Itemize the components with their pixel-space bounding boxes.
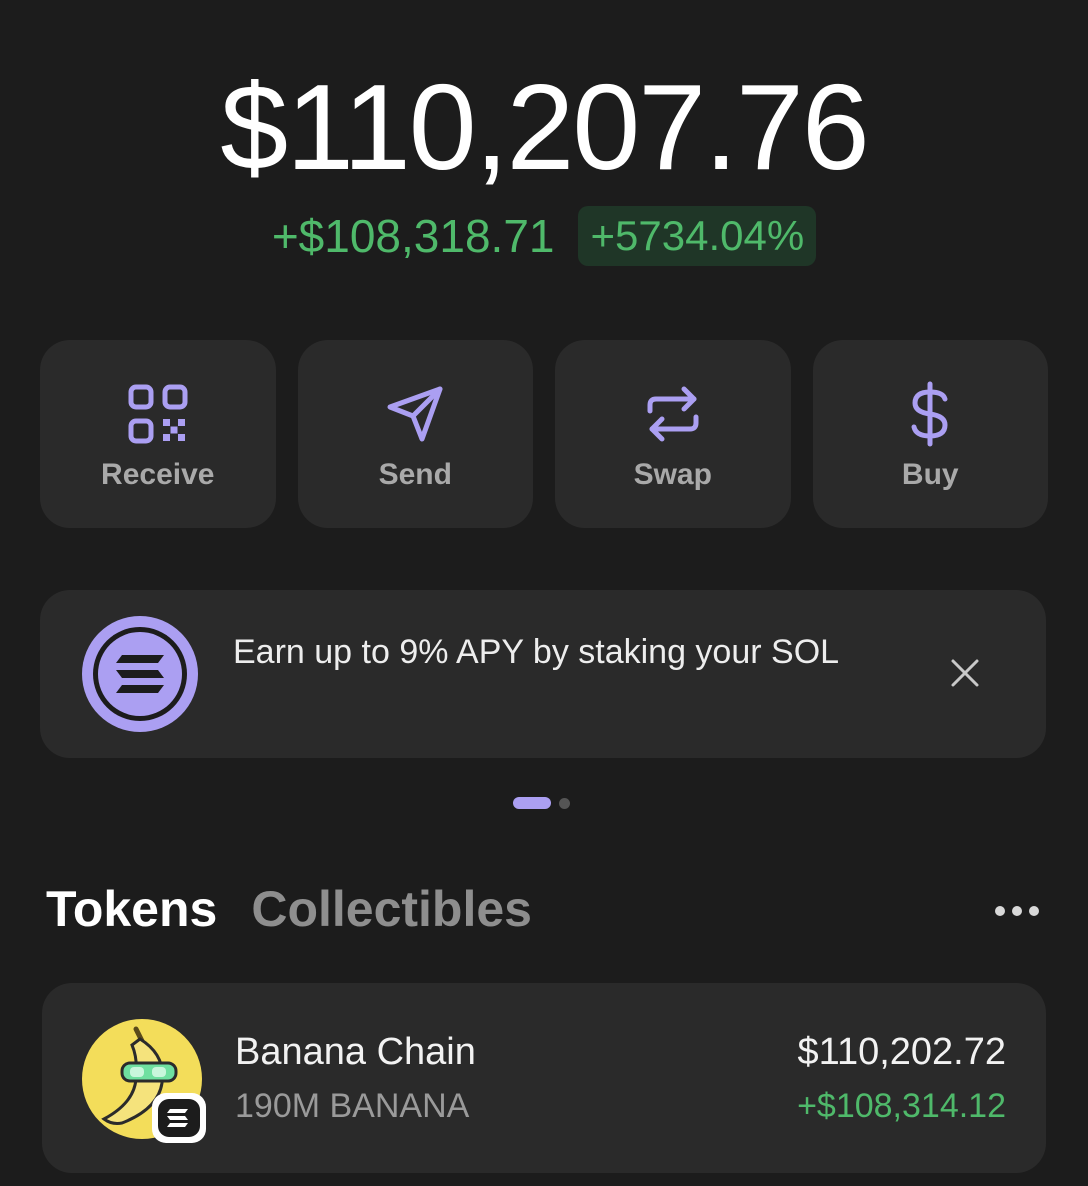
carousel-indicator — [513, 797, 570, 809]
carousel-dot[interactable] — [559, 797, 570, 809]
tab-tokens[interactable]: Tokens — [46, 880, 217, 938]
buy-button[interactable]: Buy — [812, 340, 1048, 528]
swap-icon — [641, 382, 705, 446]
asset-tabs: Tokens Collectibles — [46, 880, 532, 938]
tab-collectibles[interactable]: Collectibles — [251, 880, 532, 938]
action-buttons: Receive Send Swap Buy — [40, 340, 1048, 528]
token-value: $110,202.72 — [797, 1031, 1007, 1073]
receive-label: Receive — [101, 458, 215, 491]
swap-label: Swap — [633, 458, 712, 491]
receive-button[interactable]: Receive — [40, 340, 276, 528]
wallet-screen: $110,207.76 +$108,318.71 +5734.04% Recei… — [0, 0, 1088, 1186]
buy-label: Buy — [901, 458, 959, 491]
solana-icon — [80, 614, 200, 734]
token-name: Banana Chain — [235, 1031, 476, 1073]
token-amount: 190M BANANA — [235, 1087, 470, 1125]
balance-change-amount: +$108,318.71 — [271, 210, 555, 262]
promo-text: Earn up to 9% APY by staking your SOL — [233, 633, 840, 671]
qr-code-icon — [126, 382, 190, 446]
dollar-icon — [898, 381, 962, 447]
staking-promo-card[interactable]: Earn up to 9% APY by staking your SOL — [40, 590, 1046, 758]
total-balance: $110,207.76 — [220, 59, 869, 195]
token-change: +$108,314.12 — [797, 1087, 1006, 1125]
send-icon — [383, 382, 447, 446]
token-row[interactable]: Banana Chain 190M BANANA $110,202.72 +$1… — [42, 983, 1046, 1173]
send-label: Send — [378, 458, 452, 491]
carousel-dot-active[interactable] — [513, 797, 551, 809]
send-button[interactable]: Send — [297, 340, 533, 528]
more-icon[interactable] — [994, 904, 1040, 922]
swap-button[interactable]: Swap — [555, 340, 791, 528]
banana-token-icon — [82, 1019, 206, 1143]
balance-change-row: +$108,318.71 +5734.04% — [0, 206, 1088, 266]
balance-change-percent-badge: +5734.04% — [578, 206, 817, 266]
close-icon[interactable] — [950, 658, 980, 688]
